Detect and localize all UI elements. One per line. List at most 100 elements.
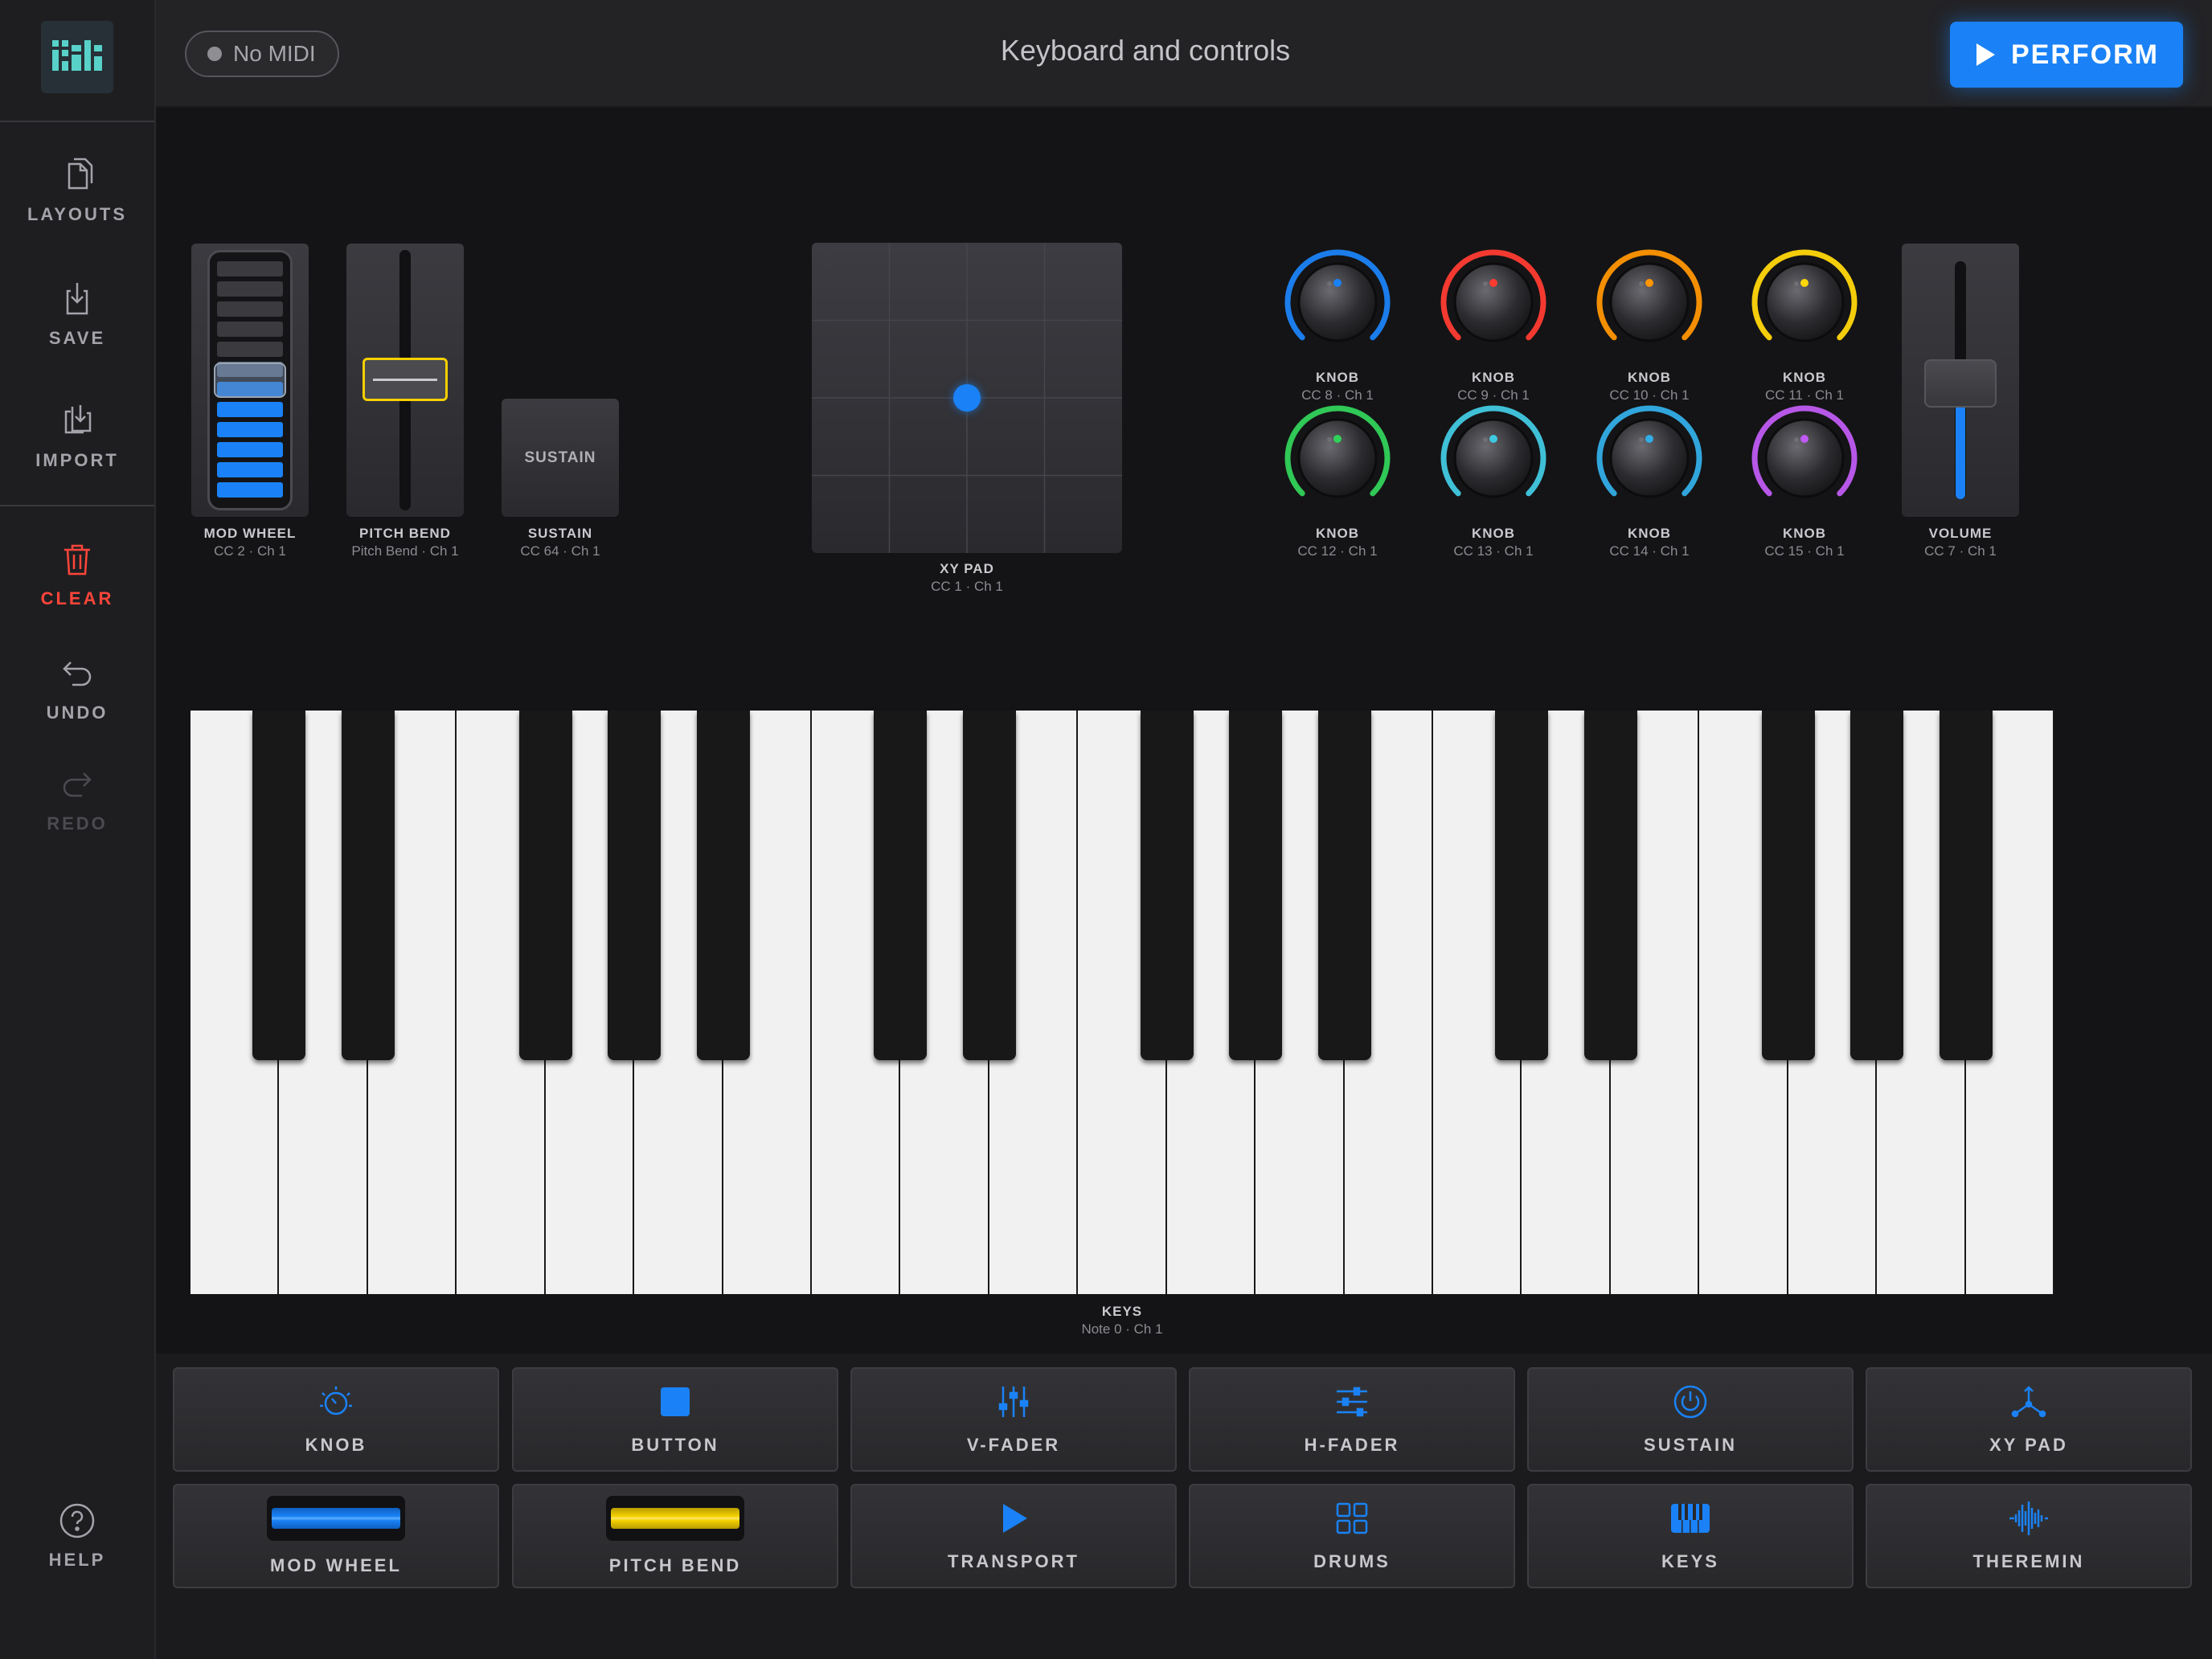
knob-label: KNOB — [1627, 526, 1672, 541]
knob[interactable] — [1748, 246, 1861, 358]
black-key[interactable] — [1140, 711, 1194, 1060]
v-fader-icon — [998, 1387, 1029, 1417]
palette-pitch-bend-button[interactable]: PITCH BEND — [512, 1484, 838, 1588]
palette-transport-button[interactable]: TRANSPORT — [850, 1484, 1177, 1588]
pitch-bend[interactable] — [346, 244, 464, 517]
palette-h-fader-button[interactable]: H-FADER — [1189, 1367, 1515, 1472]
knob[interactable] — [1281, 402, 1394, 514]
pitch-bend-thumb[interactable] — [363, 358, 448, 401]
import-icon — [64, 405, 92, 434]
mod-wheel-thumb[interactable] — [214, 363, 286, 398]
xy-pad[interactable] — [812, 243, 1122, 553]
mod-wheel-icon — [267, 1496, 405, 1541]
knob[interactable] — [1748, 402, 1861, 514]
sustain-label: SUSTAIN — [527, 526, 593, 541]
black-key[interactable] — [518, 711, 572, 1060]
knob[interactable] — [1437, 246, 1550, 358]
knob-label: KNOB — [1782, 526, 1827, 541]
palette-sustain-button[interactable]: SUSTAIN — [1527, 1367, 1854, 1472]
xy-pad-label: XY PAD — [940, 561, 994, 576]
play-icon — [1976, 43, 1995, 66]
mod-wheel[interactable] — [191, 244, 309, 517]
knob-dial — [1751, 249, 1858, 355]
sidebar-item-help[interactable]: HELP — [0, 1501, 154, 1571]
midi-status-button[interactable]: No MIDI — [185, 31, 339, 77]
palette-label: MOD WHEEL — [270, 1555, 402, 1575]
mod-wheel-sub: CC 2 · Ch 1 — [214, 543, 286, 559]
sidebar-divider — [0, 121, 154, 122]
sidebar-label: SAVE — [48, 328, 106, 348]
undo-icon — [63, 662, 92, 686]
documents-icon — [68, 158, 93, 190]
sustain-button[interactable]: SUSTAIN — [502, 399, 619, 517]
app-logo — [41, 21, 113, 93]
black-key[interactable] — [962, 711, 1016, 1060]
keys-sub: Note 0 · Ch 1 — [1081, 1321, 1163, 1337]
perform-label: PERFORM — [2011, 39, 2159, 70]
knob-sub: CC 14 · Ch 1 — [1609, 543, 1690, 559]
sidebar-label: IMPORT — [35, 450, 119, 470]
mod-wheel-label: MOD WHEEL — [203, 526, 297, 541]
black-key[interactable] — [696, 711, 750, 1060]
volume-fader[interactable] — [1902, 244, 2019, 517]
black-key[interactable] — [1939, 711, 1993, 1060]
sustain-icon — [1673, 1385, 1707, 1419]
palette-label: DRUMS — [1313, 1551, 1391, 1571]
knob-dial — [1440, 405, 1546, 511]
waveform-icon — [2009, 1501, 2048, 1535]
sidebar-label: REDO — [47, 813, 108, 834]
palette-drums-button[interactable]: DRUMS — [1189, 1484, 1515, 1588]
palette-label: V-FADER — [966, 1435, 1061, 1455]
sidebar-label: LAYOUTS — [27, 204, 128, 224]
black-key[interactable] — [1317, 711, 1371, 1060]
black-key[interactable] — [874, 711, 928, 1060]
control-palette: KNOB BUTTON V-FADER H-FADER SUSTAIN XY P… — [156, 1354, 2212, 1659]
volume-thumb[interactable] — [1924, 359, 1997, 408]
black-key[interactable] — [608, 711, 662, 1060]
black-key[interactable] — [1229, 711, 1283, 1060]
palette-xy-pad-button[interactable]: XY PAD — [1866, 1367, 2192, 1472]
knob-label: KNOB — [1627, 370, 1672, 385]
knob[interactable] — [1281, 246, 1394, 358]
black-key[interactable] — [1761, 711, 1815, 1060]
knob-label: KNOB — [1471, 526, 1516, 541]
knob[interactable] — [1593, 402, 1706, 514]
perform-button[interactable]: PERFORM — [1950, 22, 2183, 88]
knob-dial — [1596, 249, 1702, 355]
palette-label: XY PAD — [1989, 1435, 2068, 1455]
sidebar-item-layouts[interactable]: LAYOUTS — [0, 156, 154, 225]
black-key[interactable] — [341, 711, 395, 1060]
palette-label: TRANSPORT — [948, 1551, 1079, 1571]
palette-knob-button[interactable]: KNOB — [173, 1367, 499, 1472]
knob-sub: CC 13 · Ch 1 — [1453, 543, 1534, 559]
page-title: Keyboard and controls — [1000, 34, 1291, 67]
knob[interactable] — [1593, 246, 1706, 358]
xy-pad-cursor[interactable] — [953, 384, 981, 412]
piano-keyboard[interactable] — [190, 711, 2054, 1294]
palette-label: KNOB — [305, 1435, 367, 1455]
xy-pad-sub: CC 1 · Ch 1 — [931, 579, 1003, 594]
palette-label: BUTTON — [631, 1435, 719, 1455]
black-key[interactable] — [1583, 711, 1637, 1060]
palette-keys-button[interactable]: KEYS — [1527, 1484, 1854, 1588]
sidebar-divider — [0, 505, 154, 506]
sidebar-item-import[interactable]: IMPORT — [0, 402, 154, 471]
sidebar-item-clear[interactable]: CLEAR — [0, 540, 154, 609]
knob-dial — [1596, 405, 1702, 511]
black-key[interactable] — [252, 711, 306, 1060]
sustain-sub: CC 64 · Ch 1 — [520, 543, 600, 559]
sidebar-item-save[interactable]: SAVE — [0, 280, 154, 349]
button-icon — [661, 1387, 690, 1416]
palette-label: SUSTAIN — [1644, 1435, 1737, 1455]
palette-mod-wheel-button[interactable]: MOD WHEEL — [173, 1484, 499, 1588]
knob[interactable] — [1437, 402, 1550, 514]
black-key[interactable] — [1850, 711, 1904, 1060]
sidebar-item-redo[interactable]: REDO — [0, 765, 154, 834]
palette-button-button[interactable]: BUTTON — [512, 1367, 838, 1472]
piano-keys-icon — [1671, 1504, 1710, 1533]
palette-theremin-button[interactable]: THEREMIN — [1866, 1484, 2192, 1588]
palette-v-fader-button[interactable]: V-FADER — [850, 1367, 1177, 1472]
black-key[interactable] — [1495, 711, 1549, 1060]
sidebar-item-undo[interactable]: UNDO — [0, 654, 154, 723]
pitch-bend-label: PITCH BEND — [359, 526, 451, 541]
